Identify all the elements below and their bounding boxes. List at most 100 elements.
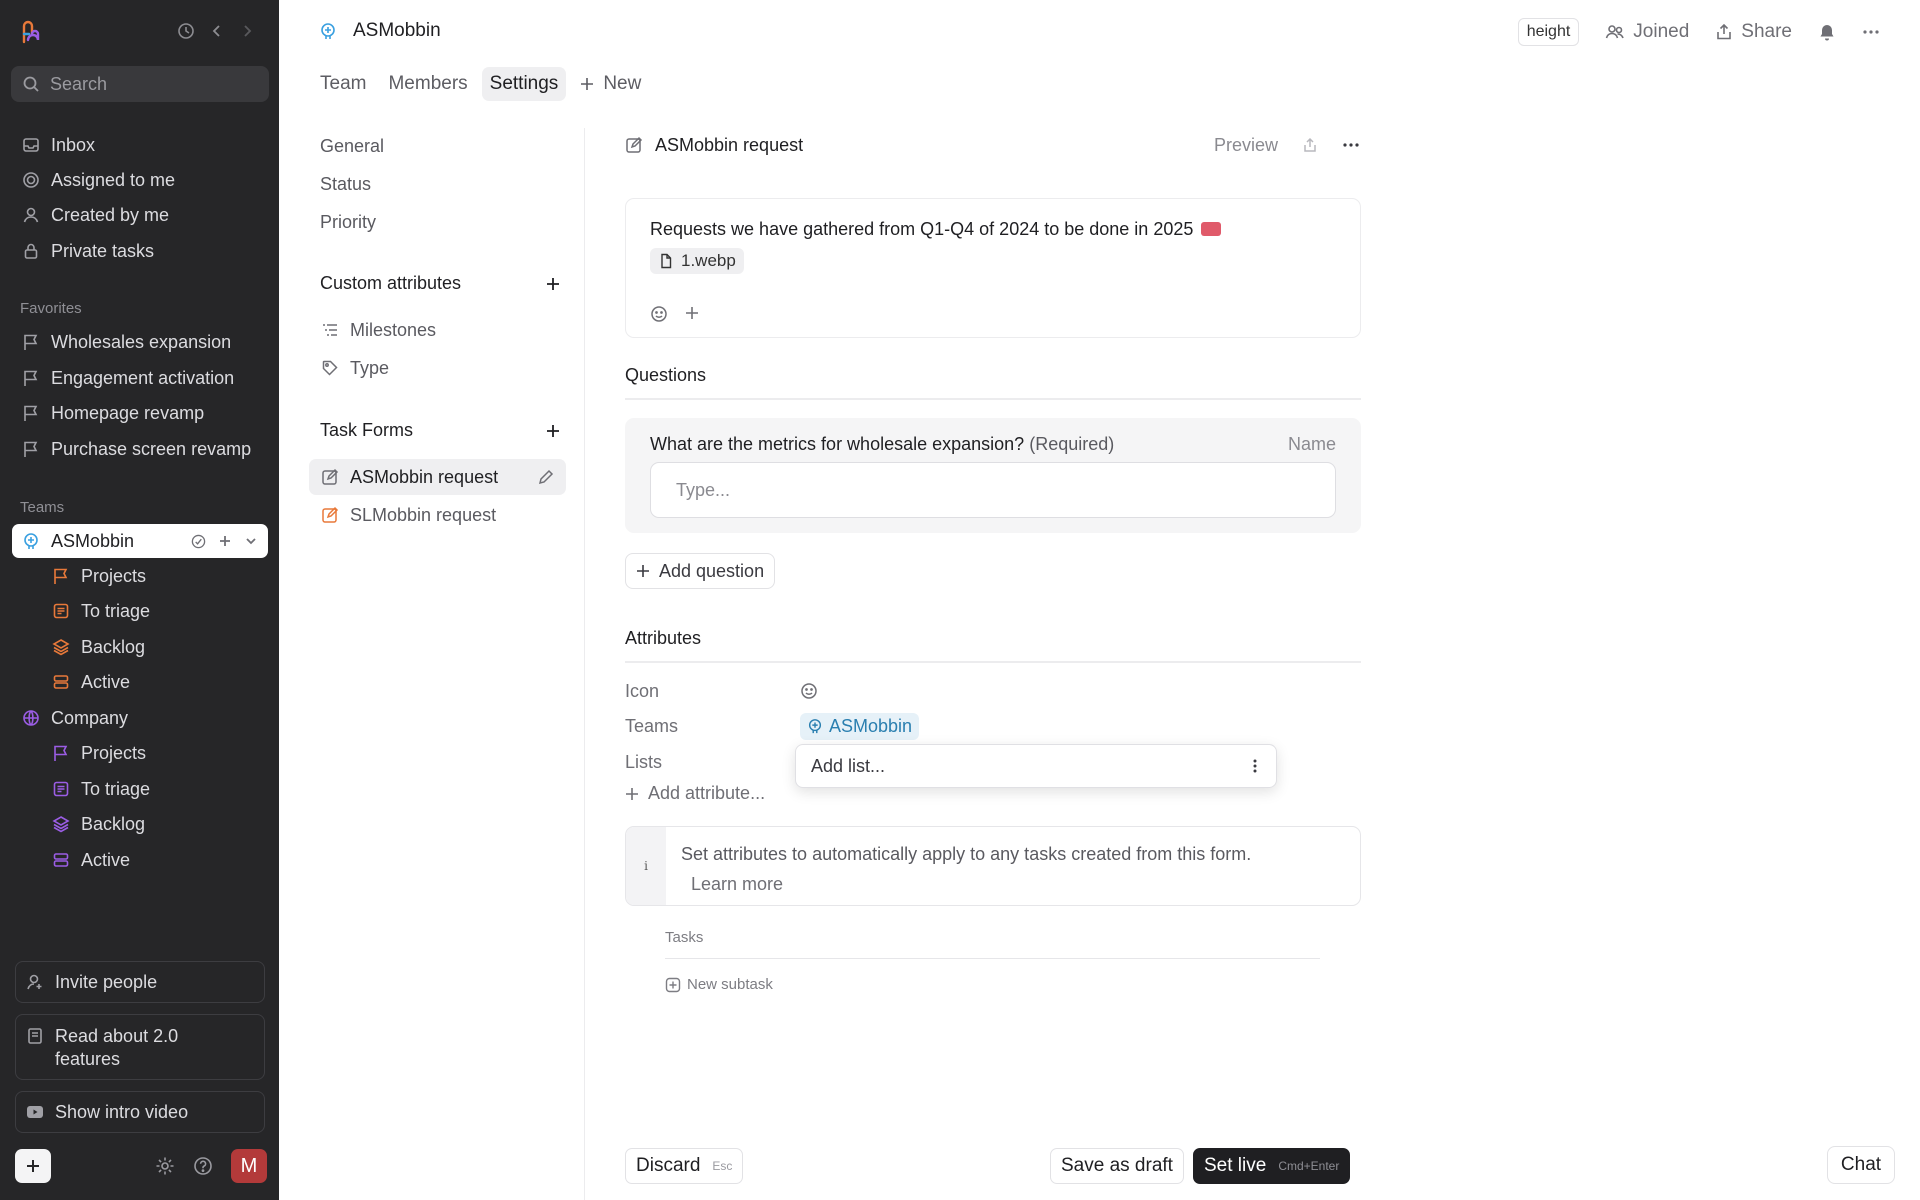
question-card: What are the metrics for wholesale expan… [625,418,1361,533]
settings-milestones[interactable]: Milestones [309,312,569,348]
team-company[interactable]: Company [12,701,268,735]
new-subtask-button[interactable]: New subtask [665,976,773,993]
form-header: ASMobbin request Preview [625,127,1360,163]
emoji-icon[interactable] [650,305,668,323]
target-icon [21,170,41,190]
discard-button[interactable]: Discard Esc [625,1148,744,1184]
sidebar-item-label: Projects [81,565,147,586]
gear-icon[interactable] [155,1156,175,1176]
nav-item-label: Assigned to me [51,169,176,190]
history-icon[interactable] [177,22,195,40]
search-input[interactable]: Search [11,66,269,102]
teams-heading: Teams [20,499,65,516]
favorite-homepage-revamp[interactable]: Homepage revamp [12,396,268,430]
add-question-button[interactable]: Add question [625,553,776,589]
settings-type[interactable]: Type [309,350,569,386]
add-list-input[interactable]: Add list... [811,756,885,777]
sidebar-item-company-projects[interactable]: Projects [42,736,268,770]
favorite-label: Wholesales expansion [51,331,232,352]
share-icon[interactable] [1302,137,1318,153]
app-logo-icon[interactable] [18,20,44,46]
favorite-purchase-screen-revamp[interactable]: Purchase screen revamp [12,432,268,466]
check-circle-icon[interactable] [191,534,206,549]
chevron-down-icon[interactable] [244,534,258,548]
answer-input[interactable]: Type... [650,462,1336,518]
save-as-draft-button[interactable]: Save as draft [1050,1148,1184,1184]
settings-general[interactable]: General [309,128,569,164]
nav-item-assigned-to-me[interactable]: Assigned to me [12,163,268,197]
sidebar-bottom-bar: M [15,1148,267,1184]
tab-new[interactable]: New [572,67,649,101]
nav-item-created-by-me[interactable]: Created by me [12,198,268,232]
task-form-asmobbin-request[interactable]: ASMobbin request [309,459,566,495]
chat-button[interactable]: Chat [1827,1146,1895,1184]
plus-icon[interactable] [684,305,700,323]
show-intro-video-button[interactable]: Show intro video [15,1091,265,1133]
add-custom-attribute-icon[interactable] [546,277,560,291]
form-label: SLMobbin request [350,504,497,525]
kebab-menu-icon[interactable] [1252,757,1258,775]
bell-icon[interactable] [1818,23,1836,41]
share-button[interactable]: Share [1715,21,1792,43]
task-form-slmobbin-request[interactable]: SLMobbin request [309,497,569,533]
read-about-features-link[interactable]: Read about 2.0 features [15,1014,265,1080]
answer-placeholder: Type... [676,479,731,500]
form-description-card[interactable]: Requests we have gathered from Q1-Q4 of … [625,198,1361,338]
tab-settings[interactable]: Settings [481,67,567,101]
favorite-engagement-activation[interactable]: Engagement activation [12,361,268,395]
question-type-label[interactable]: Name [1288,434,1336,455]
settings-priority[interactable]: Priority [309,204,569,240]
create-task-button[interactable] [15,1149,51,1183]
flag-icon [21,403,41,423]
file-icon [658,253,674,269]
settings-nav: General Status Priority Custom attribute… [309,128,585,1200]
team-name: Company [51,707,129,728]
sidebar-item-asmobbin-projects[interactable]: Projects [42,559,268,593]
preview-button[interactable]: Preview [1214,135,1278,156]
more-options-icon[interactable] [1342,136,1360,154]
height-badge[interactable]: height [1517,18,1580,46]
add-attribute-button[interactable]: Add attribute... [625,783,765,804]
sidebar-item-company-backlog[interactable]: Backlog [42,807,268,841]
forward-arrow-icon[interactable] [239,23,255,39]
team-chip[interactable]: ASMobbin [800,712,920,740]
milestones-icon [320,320,340,340]
sidebar-item-asmobbin-backlog[interactable]: Backlog [42,630,268,664]
add-icon[interactable] [218,534,232,548]
team-asmobbin[interactable]: ASMobbin [12,524,268,558]
more-options-icon[interactable] [1862,23,1880,41]
brain-icon [807,718,823,734]
sidebar-item-asmobbin-to-triage[interactable]: To triage [42,594,268,628]
ticket-emoji-icon [1201,222,1222,236]
sidebar-item-asmobbin-active[interactable]: Active [42,665,268,699]
joined-button[interactable]: Joined [1605,21,1689,43]
settings-status[interactable]: Status [309,166,569,202]
tab-new-label: New [603,73,642,94]
help-icon[interactable] [193,1156,213,1176]
back-arrow-icon[interactable] [209,23,225,39]
sidebar-item-company-active[interactable]: Active [42,843,268,877]
tab-team[interactable]: Team [312,67,374,101]
avatar[interactable]: M [231,1149,267,1183]
info-icon: i [626,827,666,905]
sidebar-item-company-to-triage[interactable]: To triage [42,772,268,806]
add-question-label: Add question [659,560,765,581]
discard-shortcut: Esc [712,1159,733,1173]
nav-item-inbox[interactable]: Inbox [12,128,268,162]
add-task-form-icon[interactable] [546,424,560,438]
triage-icon [51,779,71,799]
favorite-wholesales-expansion[interactable]: Wholesales expansion [12,325,268,359]
nav-item-private-tasks[interactable]: Private tasks [12,234,268,268]
flag-icon [21,439,41,459]
sidebar: Search Inbox Assigned to me Created by m… [0,0,279,1200]
set-live-button[interactable]: Set live Cmd+Enter [1193,1148,1351,1184]
learn-more-link[interactable]: Learn more [681,869,1251,899]
invite-people-button[interactable]: Invite people [15,961,265,1003]
attachment-chip[interactable]: 1.webp [650,248,744,274]
invite-label: Invite people [55,972,158,992]
video-icon [26,1101,46,1123]
add-list-dropdown[interactable]: Add list... [795,744,1277,788]
pencil-icon[interactable] [538,469,554,485]
tab-members[interactable]: Members [380,67,475,101]
emoji-picker-icon[interactable] [800,682,818,700]
